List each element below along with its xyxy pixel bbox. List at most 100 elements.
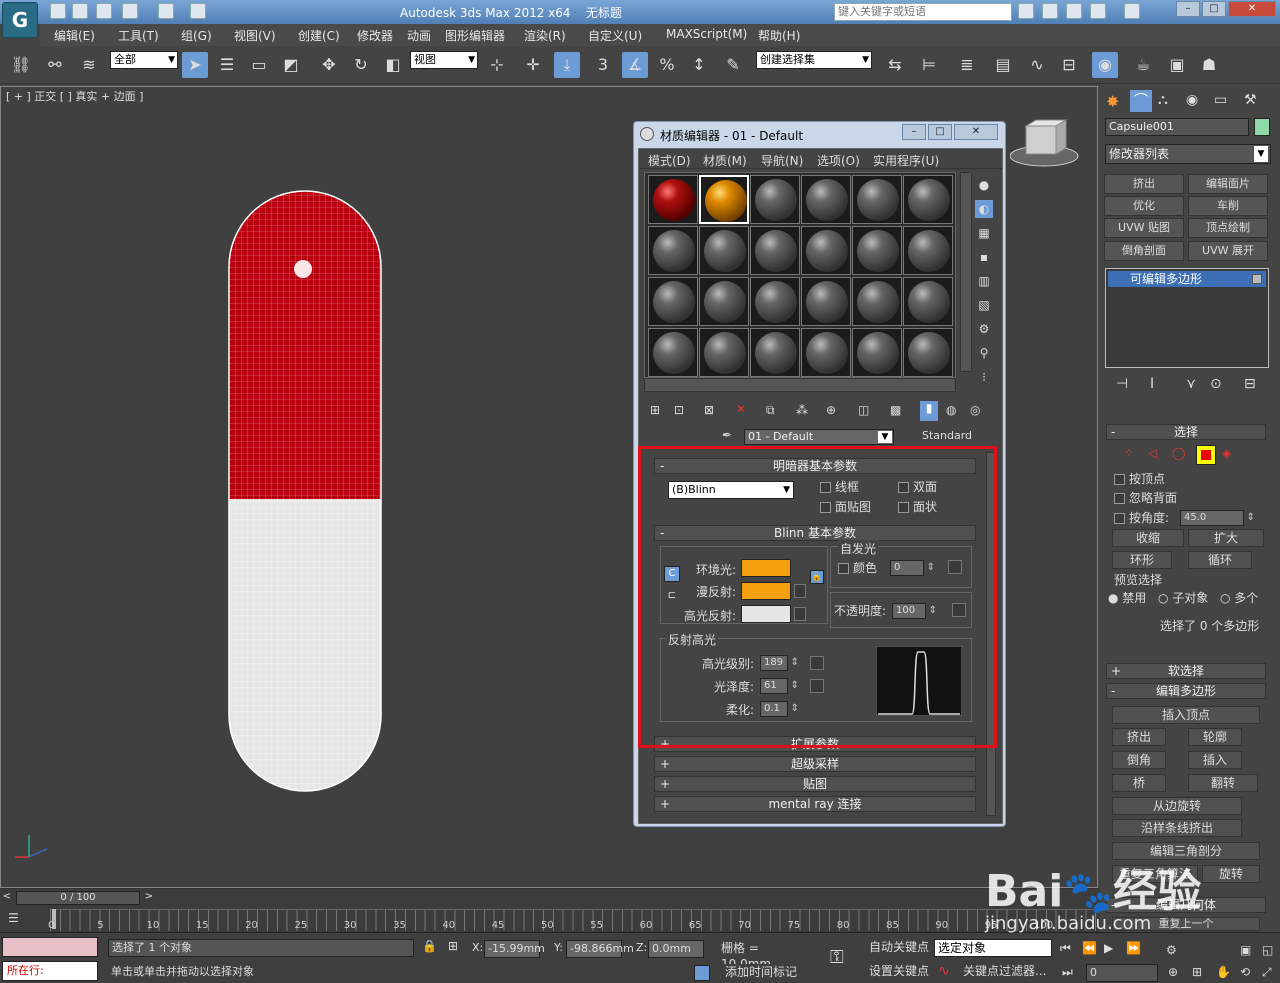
- material-slot[interactable]: [801, 226, 851, 275]
- by-angle-spinner[interactable]: 45.0: [1180, 510, 1255, 526]
- insert-vertex-button[interactable]: 插入顶点: [1112, 706, 1260, 724]
- hinge-button[interactable]: 从边旋转: [1112, 797, 1242, 815]
- matwin-minimize-button[interactable]: –: [902, 124, 926, 140]
- mod-unwrap-uvw-button[interactable]: UVW 展开: [1188, 241, 1268, 261]
- uv-tiling-icon[interactable]: ▪: [975, 248, 993, 266]
- menu-customize[interactable]: 自定义(U): [588, 27, 642, 44]
- mod-lathe-button[interactable]: 车削: [1188, 196, 1268, 216]
- material-slot[interactable]: [903, 277, 953, 326]
- mat-menu-options[interactable]: 选项(O): [817, 152, 860, 169]
- go-to-parent-icon[interactable]: ◍: [946, 403, 956, 417]
- extrude-along-spline-button[interactable]: 沿样条线挤出: [1112, 819, 1242, 837]
- star-icon[interactable]: [1090, 3, 1106, 19]
- add-time-tag-button[interactable]: 添加时间标记: [722, 964, 818, 982]
- scale-icon[interactable]: ◧: [380, 52, 406, 78]
- material-name-dropdown-icon[interactable]: ▼: [878, 431, 892, 443]
- material-slot[interactable]: [699, 226, 749, 275]
- utilities-tab-icon[interactable]: ⚒: [1244, 92, 1257, 108]
- mod-uvw-map-button[interactable]: UVW 贴图: [1104, 218, 1184, 238]
- edit-polygons-rollout-header[interactable]: - 编辑多边形: [1106, 683, 1266, 699]
- matwin-maximize-button[interactable]: □: [928, 124, 952, 140]
- material-slot[interactable]: [750, 277, 800, 326]
- key-icon[interactable]: [1042, 3, 1058, 19]
- material-slot[interactable]: [903, 175, 953, 224]
- menu-edit[interactable]: 编辑(E): [54, 27, 95, 44]
- material-slot[interactable]: [801, 175, 851, 224]
- key-mode-toggle-icon[interactable]: ⏭: [1062, 965, 1073, 980]
- modifier-list-dropdown[interactable]: 修改器列表 ▼: [1105, 144, 1271, 164]
- viewcube-icon[interactable]: [1010, 118, 1080, 178]
- modify-tab-icon[interactable]: ⌒: [1130, 90, 1152, 112]
- ignore-backfacing-checkbox[interactable]: 忽略背面: [1114, 489, 1177, 506]
- link-icon[interactable]: ⛓: [8, 52, 34, 78]
- options-icon[interactable]: ⚙: [975, 320, 993, 338]
- bevel-button[interactable]: 倒角: [1112, 751, 1166, 769]
- mental-ray-rollout[interactable]: + mental ray 连接: [654, 796, 976, 812]
- extrude-poly-button[interactable]: 挤出: [1112, 728, 1166, 746]
- remove-modifier-icon[interactable]: ⊙: [1210, 376, 1222, 392]
- material-editor-icon[interactable]: ◉: [1092, 52, 1118, 78]
- video-color-check-icon[interactable]: ▥: [975, 272, 993, 290]
- layer-manager-icon[interactable]: ≣: [954, 52, 980, 78]
- mat-menu-utilities[interactable]: 实用程序(U): [873, 152, 939, 169]
- material-name-field[interactable]: 01 - Default: [744, 429, 894, 445]
- menu-create[interactable]: 创建(C): [298, 27, 340, 44]
- graphite-icon[interactable]: ▤: [990, 52, 1016, 78]
- sample-type-icon[interactable]: ●: [975, 176, 993, 194]
- mat-menu-modes[interactable]: 模式(D): [648, 152, 691, 169]
- minimize-button[interactable]: –: [1176, 1, 1200, 17]
- make-unique-stack-icon[interactable]: ⋎: [1186, 376, 1196, 392]
- key-tangent-icon[interactable]: ∿: [938, 963, 950, 979]
- motion-tab-icon[interactable]: ◉: [1186, 92, 1198, 108]
- schematic-view-icon[interactable]: ⊟: [1056, 52, 1082, 78]
- mod-bevel-profile-button[interactable]: 倒角剖面: [1104, 241, 1184, 261]
- redo-icon[interactable]: [158, 3, 174, 19]
- x-coordinate[interactable]: -15.99mm: [484, 940, 545, 958]
- rotate-icon[interactable]: ↻: [348, 52, 374, 78]
- preview-disabled-radio[interactable]: ● 禁用: [1108, 589, 1146, 606]
- help-icon[interactable]: [1124, 3, 1140, 19]
- ref-coord-dropdown[interactable]: 视图: [410, 51, 478, 69]
- material-slot[interactable]: [750, 226, 800, 275]
- key-filters-button[interactable]: 关键点过滤器...: [960, 963, 1056, 981]
- material-id-icon[interactable]: ◫: [858, 403, 869, 417]
- percent-snap-icon[interactable]: %: [654, 52, 680, 78]
- comm-center-icon[interactable]: [1066, 3, 1082, 19]
- pivot-icon[interactable]: ⊹: [484, 52, 510, 78]
- mod-vertex-paint-button[interactable]: 顶点绘制: [1188, 218, 1268, 238]
- outline-button[interactable]: 轮廓: [1188, 728, 1242, 746]
- grow-button[interactable]: 扩大: [1188, 529, 1264, 547]
- material-slot[interactable]: [699, 328, 749, 377]
- move-icon[interactable]: ✥: [316, 52, 342, 78]
- eyedropper-icon[interactable]: ✒: [722, 428, 732, 442]
- orbit-icon[interactable]: ⟲: [1240, 965, 1250, 979]
- create-tab-icon[interactable]: ✸: [1106, 92, 1119, 111]
- rect-selection-icon[interactable]: ▭: [246, 52, 272, 78]
- material-slot[interactable]: [852, 277, 902, 326]
- border-level-icon[interactable]: ◯: [1172, 446, 1185, 460]
- bind-spacewarp-icon[interactable]: ≋: [76, 52, 102, 78]
- bridge-button[interactable]: 桥: [1112, 774, 1166, 792]
- element-level-icon[interactable]: ◈: [1222, 446, 1231, 460]
- show-end-result-stack-icon[interactable]: Ι: [1150, 376, 1154, 392]
- search-input[interactable]: 键入关键字或短语: [834, 3, 1012, 21]
- ring-button[interactable]: 环形: [1112, 551, 1172, 569]
- time-slider-next-icon[interactable]: >: [142, 891, 156, 905]
- open-file-icon[interactable]: [72, 3, 88, 19]
- inset-button[interactable]: 插入: [1188, 751, 1242, 769]
- by-angle-checkbox[interactable]: 按角度:: [1114, 509, 1169, 526]
- menu-help[interactable]: 帮助(H): [758, 27, 800, 44]
- save-file-icon[interactable]: [96, 3, 112, 19]
- set-key-icon[interactable]: ⚿: [830, 947, 844, 968]
- selection-lock-icon[interactable]: 🔒: [422, 939, 437, 953]
- by-vertex-checkbox[interactable]: 按顶点: [1114, 470, 1165, 487]
- zoom-icon[interactable]: ⊕: [1168, 965, 1178, 979]
- copy-material-icon[interactable]: ⧉: [766, 403, 775, 418]
- show-map-icon[interactable]: ▩: [890, 403, 901, 417]
- get-material-icon[interactable]: ⊞: [650, 403, 660, 417]
- material-slot[interactable]: [903, 226, 953, 275]
- material-slot[interactable]: [852, 328, 902, 377]
- binoculars-icon[interactable]: [1018, 3, 1034, 19]
- configure-modifier-sets-icon[interactable]: ⊟: [1244, 376, 1256, 392]
- menu-animation[interactable]: 动画: [407, 27, 431, 44]
